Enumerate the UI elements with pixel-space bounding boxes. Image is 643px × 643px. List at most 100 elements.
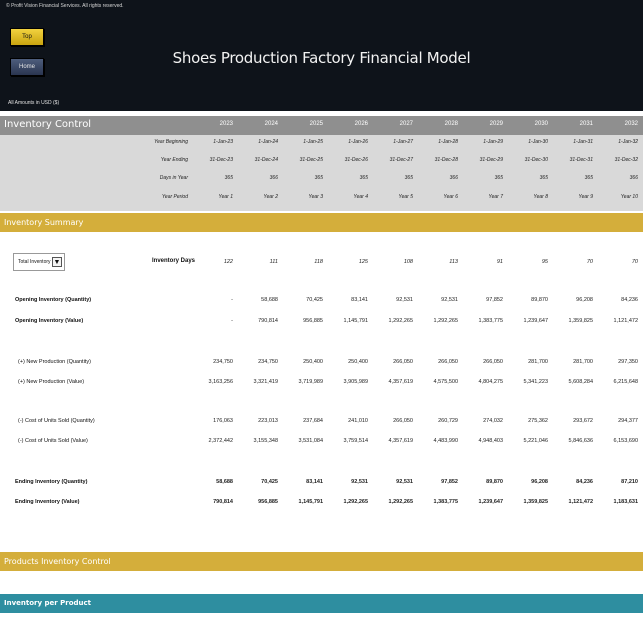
- info-cell: 365: [224, 175, 233, 181]
- summary-cell: 58,688: [261, 297, 278, 303]
- summary-cell: 176,063: [213, 418, 233, 424]
- info-cell: 366: [269, 175, 278, 181]
- summary-cell: 3,905,989: [343, 379, 368, 385]
- summary-cell: 58,688: [216, 479, 233, 485]
- info-cell: Year 4: [353, 194, 368, 200]
- summary-cell: 3,719,989: [298, 379, 323, 385]
- summary-cell: 1,183,631: [613, 499, 638, 505]
- summary-cell: 297,350: [618, 359, 638, 365]
- info-cell: 31-Dec-29: [479, 157, 503, 163]
- summary-cell: 89,870: [486, 479, 503, 485]
- summary-cell: 281,700: [573, 359, 593, 365]
- year-header: 2024: [264, 121, 278, 127]
- info-cell: 31-Dec-24: [254, 157, 278, 163]
- info-cell: 365: [404, 175, 413, 181]
- summary-row-label: (+) New Production (Value): [18, 379, 85, 385]
- summary-cell: 84,236: [576, 479, 593, 485]
- chevron-down-icon[interactable]: ▼: [52, 257, 62, 267]
- summary-cell: 3,759,514: [343, 438, 368, 444]
- inventory-type-select-value: Total Inventory: [18, 259, 51, 265]
- summary-cell: 97,852: [441, 479, 458, 485]
- summary-cell: 4,357,619: [388, 438, 413, 444]
- info-cell: 31-Dec-32: [614, 157, 638, 163]
- summary-cell: 250,400: [303, 359, 323, 365]
- inventory-summary-title: Inventory Summary: [4, 218, 84, 227]
- inventory-days-cell: 118: [314, 259, 323, 265]
- summary-cell: 83,141: [306, 479, 323, 485]
- summary-cell: 97,852: [486, 297, 503, 303]
- year-header: 2031: [579, 121, 593, 127]
- year-header: 2029: [489, 121, 503, 127]
- summary-cell: 1,292,265: [388, 318, 413, 324]
- year-header: 2023: [219, 121, 233, 127]
- summary-cell: 281,700: [528, 359, 548, 365]
- summary-cell: 96,208: [531, 479, 548, 485]
- info-row-label: Year Period: [161, 194, 188, 200]
- summary-cell: 274,032: [483, 418, 503, 424]
- summary-cell: 294,377: [618, 418, 638, 424]
- summary-cell: 4,804,275: [478, 379, 503, 385]
- summary-cell: 790,814: [258, 318, 278, 324]
- summary-cell: 70,425: [306, 297, 323, 303]
- summary-row-label: Ending Inventory (Quantity): [15, 479, 88, 485]
- info-cell: 1-Jan-25: [303, 139, 323, 145]
- summary-cell: 83,141: [351, 297, 368, 303]
- top-button[interactable]: Top: [10, 28, 44, 46]
- info-row-label: Year Beginning: [154, 139, 188, 145]
- info-row-label: Days in Year: [159, 175, 188, 181]
- summary-cell: 956,885: [258, 499, 278, 505]
- summary-cell: 1,121,472: [613, 318, 638, 324]
- summary-cell: 1,359,825: [523, 499, 548, 505]
- info-cell: 31-Dec-30: [524, 157, 548, 163]
- info-cell: 365: [539, 175, 548, 181]
- summary-cell: 92,531: [351, 479, 368, 485]
- inventory-control-header: Inventory Control 2023 2024 2025 2026 2027 20…: [0, 116, 643, 135]
- info-cell: 1-Jan-31: [573, 139, 593, 145]
- info-cell: Year 6: [443, 194, 458, 200]
- summary-row-label: Opening Inventory (Quantity): [15, 297, 92, 303]
- currency-note: All Amounts in USD ($): [8, 100, 60, 106]
- info-cell: 366: [449, 175, 458, 181]
- info-cell: 31-Dec-23: [209, 157, 233, 163]
- info-cell: Year 7: [488, 194, 503, 200]
- info-cell: Year 1: [218, 194, 233, 200]
- inventory-days-cell: 108: [403, 259, 413, 265]
- summary-cell: 4,483,990: [433, 438, 458, 444]
- inventory-days-cell: 113: [449, 259, 458, 265]
- info-cell: 31-Dec-28: [434, 157, 458, 163]
- summary-row-label: Opening Inventory (Value): [15, 318, 84, 324]
- inventory-per-product-band: Inventory per Product: [0, 594, 643, 613]
- summary-cell: 241,010: [348, 418, 368, 424]
- summary-cell: 3,531,084: [298, 438, 323, 444]
- summary-cell: 1,292,265: [388, 499, 413, 505]
- summary-cell: 1,145,791: [298, 499, 323, 505]
- info-cell: 1-Jan-26: [348, 139, 368, 145]
- summary-cell: 1,383,775: [478, 318, 503, 324]
- info-cell: Year 10: [620, 194, 638, 200]
- summary-cell: 6,215,648: [613, 379, 638, 385]
- year-header: 2026: [354, 121, 368, 127]
- inventory-days-cell: 95: [541, 259, 548, 265]
- summary-cell: 2,372,442: [208, 438, 233, 444]
- summary-row-label: (-) Cost of Units Sold (Quantity): [18, 418, 95, 424]
- summary-cell: 266,050: [393, 418, 413, 424]
- year-header: 2027: [399, 121, 413, 127]
- summary-cell: 266,050: [483, 359, 503, 365]
- summary-cell: 1,359,825: [568, 318, 593, 324]
- summary-row-label: (-) Cost of Units Sold (Value): [18, 438, 88, 444]
- summary-cell: 234,750: [213, 359, 233, 365]
- summary-cell: 89,870: [531, 297, 548, 303]
- summary-cell: 1,292,265: [343, 499, 368, 505]
- info-cell: 31-Dec-25: [299, 157, 323, 163]
- inventory-type-select[interactable]: Total Inventory ▼: [13, 253, 65, 271]
- summary-cell: 84,236: [621, 297, 638, 303]
- summary-cell: 92,531: [396, 479, 413, 485]
- summary-cell: 5,221,046: [523, 438, 548, 444]
- sheet-area: Inventory Control 2023 2024 2025 2026 2027 20…: [0, 111, 643, 643]
- summary-cell: 70,425: [261, 479, 278, 485]
- summary-cell: 3,163,256: [208, 379, 233, 385]
- summary-row-label: (+) New Production (Quantity): [18, 359, 91, 365]
- summary-cell: 3,321,419: [253, 379, 278, 385]
- info-cell: 366: [629, 175, 638, 181]
- products-inventory-control-band: Products Inventory Control: [0, 552, 643, 571]
